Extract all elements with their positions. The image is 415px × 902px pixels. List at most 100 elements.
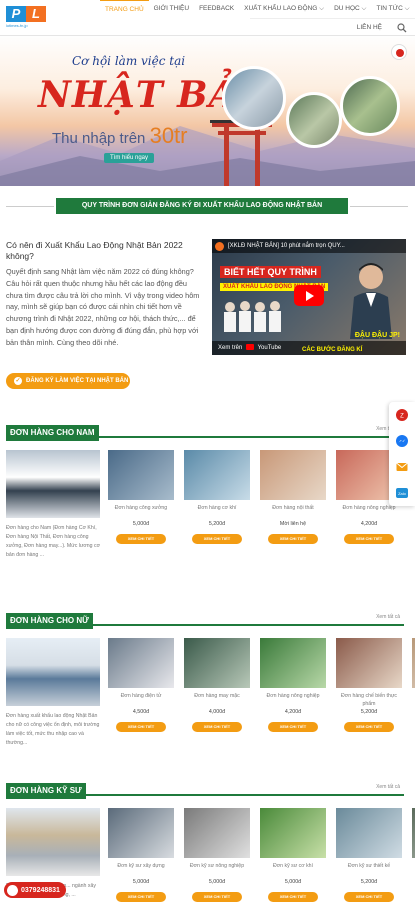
view-all-link[interactable]: Xem tất cả [376, 784, 400, 790]
job-card-name[interactable]: Đơn hàng nông nghiệp [336, 505, 402, 521]
job-card-name[interactable]: Đơn kỹ sư cơ khí [260, 863, 326, 879]
job-card[interactable]: Đơn hàng nội thất Mời liên hệ XEM CHI TIẾT [260, 450, 326, 544]
banner-cta-button[interactable]: Tìm hiểu ngay [104, 153, 155, 163]
job-card-name[interactable]: Đơn hàng chế biến thực phẩm [336, 693, 402, 709]
process-heading[interactable]: QUY TRÌNH ĐƠN GIẢN ĐĂNG KÝ ĐI XUẤT KHẨU … [56, 198, 348, 214]
view-detail-label: XEM CHI TIẾT [203, 893, 231, 899]
view-detail-button[interactable]: XEM CHI TIẾT [116, 891, 166, 902]
section-lead-image[interactable] [6, 450, 100, 518]
job-card-name[interactable]: Đơn kỹ sư thiết kế [336, 863, 402, 879]
channel-avatar-icon [215, 242, 224, 251]
job-card-image[interactable] [260, 808, 326, 858]
job-card-name[interactable]: Đơn kỹ sư nông nghiệp [184, 863, 250, 879]
job-card-price: 5,200đ [360, 879, 378, 885]
job-card[interactable]: Đơn hàng điện tử 4,500đ XEM CHI TIẾT [108, 638, 174, 732]
nav-item-5[interactable]: TIN TỨC ⌵ [371, 0, 414, 18]
job-card-name[interactable]: Đơn hàng may mặc [184, 693, 250, 709]
job-card-image[interactable] [108, 450, 174, 500]
job-card-price: 5,000đ [208, 879, 226, 885]
intro-title: Có nên đi Xuất Khẩu Lao Động Nhật Bản 20… [6, 240, 183, 262]
job-card-name[interactable]: Đơn hàng công xưởng [108, 505, 174, 521]
logo-letter-p: P [6, 6, 26, 22]
job-card-name[interactable]: Đơn hàng nông nghiệp [260, 693, 326, 709]
section-lead-image[interactable] [6, 638, 100, 706]
job-card-name[interactable]: Đơn hàng nội thất [260, 505, 326, 521]
view-detail-button[interactable]: XEM CHI TIẾT [344, 533, 394, 544]
view-detail-button[interactable]: XEM CHI TIẾT [192, 891, 242, 902]
nav-item-lien-he[interactable]: LIÊN HỆ [352, 19, 387, 37]
video-title[interactable]: [XKLĐ NHẬT BẢN] 10 phút nắm trọn QUY... [212, 239, 406, 253]
job-card-grid: Đơn hàng điện tử 4,500đ XEM CHI TIẾT Đơn hà… [108, 638, 415, 732]
section-header: ĐƠN HÀNG CHO NỮ Xem tất cả [6, 610, 404, 629]
job-card-image[interactable] [184, 638, 250, 688]
nav-item-3[interactable]: XUẤT KHẨU LAO ĐỘNG ⌵ [239, 0, 329, 18]
job-card-image[interactable] [184, 808, 250, 858]
job-card[interactable]: Đơn kỹ sư cơ khí 5,000đ XEM CHI TIẾT [260, 808, 326, 902]
svg-text:Z: Z [400, 414, 404, 420]
job-card-price: 4,500đ [132, 709, 150, 715]
job-card-image[interactable] [336, 638, 402, 688]
job-card-price: 5,200đ [360, 709, 378, 715]
job-card[interactable]: Đơn hàng công xưởng 5,000đ XEM CHI TIẾT [108, 450, 174, 544]
view-detail-button[interactable]: XEM CHI TIẾT [192, 721, 242, 732]
nav-item-4[interactable]: DU HỌC ⌵ [329, 0, 371, 18]
video-headline: BIẾT HẾT QUY TRÌNH [220, 266, 321, 278]
job-card[interactable]: Đơn hàng nông nghiệp 4,200đ XEM CHI TIẾT [260, 638, 326, 732]
job-card-name[interactable]: Đơn hàng cơ khí [184, 505, 250, 521]
section-lead-text: Đơn hàng xuất khẩu lao động Nhật Bản cho… [6, 713, 100, 747]
nav-item-1[interactable]: GIỚI THIỆU [149, 0, 194, 18]
phone-button[interactable]: Zalo [389, 480, 415, 506]
search-icon[interactable] [397, 22, 407, 33]
job-card[interactable]: Đơn kỹ sư thiết kế 5,200đ XEM CHI TIẾT [336, 808, 402, 902]
section-lead[interactable]: Đơn hàng xuất khẩu lao động Nhật Bản cho… [6, 638, 100, 748]
view-detail-button[interactable]: XEM CHI TIẾT [116, 533, 166, 544]
job-card-image[interactable] [336, 808, 402, 858]
logo-subtext: lotimes-fn.jp [6, 23, 28, 28]
view-detail-button[interactable]: XEM CHI TIẾT [344, 721, 394, 732]
zalo-button[interactable]: Z [389, 402, 415, 428]
job-card[interactable]: Đơn hàng may mặc 4,000đ XEM CHI TIẾT [184, 638, 250, 732]
email-button[interactable] [389, 454, 415, 480]
job-card-price: 5,000đ [284, 879, 302, 885]
job-card[interactable]: Đơn kỹ sư nông nghiệp 5,000đ XEM CHI TIẾT [184, 808, 250, 902]
view-detail-button[interactable]: XEM CHI TIẾT [268, 533, 318, 544]
messenger-button[interactable] [389, 428, 415, 454]
section-title: ĐƠN HÀNG CHO NAM [6, 425, 99, 441]
job-card[interactable]: Đơn hàng chế biến thực phẩm 5,200đ XEM CHI… [336, 638, 402, 732]
hero-banner[interactable]: Cơ hội làm việc tại NHẬT BẢN Thu nhập tr… [0, 36, 415, 186]
job-card-image[interactable] [260, 450, 326, 500]
play-button-icon[interactable] [294, 285, 324, 306]
banner-photo-workers [286, 92, 342, 148]
section-lead-image[interactable] [6, 808, 100, 876]
job-card-name[interactable]: Đơn kỹ sư xây dựng [108, 863, 174, 879]
job-card[interactable]: Đơn kỹ sư xây dựng 5,000đ XEM CHI TIẾT [108, 808, 174, 902]
youtube-video[interactable]: [XKLĐ NHẬT BẢN] 10 phút nắm trọn QUY... … [212, 239, 406, 355]
intro-body: Quyết định sang Nhật làm việc năm 2022 c… [6, 267, 200, 347]
view-detail-button[interactable]: XEM CHI TIẾT [116, 721, 166, 732]
job-card-image[interactable] [260, 638, 326, 688]
job-card[interactable]: Đơn hàng cơ khí 5,200đ XEM CHI TIẾT [184, 450, 250, 544]
site-logo[interactable]: P L lotimes-fn.jp [6, 6, 48, 30]
section-lead-text: Đơn hàng cho Nam (Đơn hàng Cơ Khí, Đơn h… [6, 525, 100, 559]
view-detail-button[interactable]: XEM CHI TIẾT [192, 533, 242, 544]
view-detail-label: XEM CHI TIẾT [127, 893, 155, 899]
view-all-link[interactable]: Xem tất cả [376, 614, 400, 620]
register-button[interactable]: ✓ ĐĂNG KÝ LÀM VIỆC TẠI NHẬT BẢN [6, 373, 130, 389]
view-detail-button[interactable]: XEM CHI TIẾT [344, 891, 394, 902]
view-detail-button[interactable]: XEM CHI TIẾT [268, 721, 318, 732]
section-title: ĐƠN HÀNG KỸ SƯ [6, 783, 86, 799]
phone-icon [7, 884, 18, 896]
job-card-image[interactable] [184, 450, 250, 500]
nav-item-2[interactable]: FEEDBACK [194, 0, 239, 18]
check-icon: ✓ [14, 377, 22, 385]
job-card-price: 5,000đ [132, 879, 150, 885]
section-title: ĐƠN HÀNG CHO NỮ [6, 613, 93, 629]
job-card-name[interactable]: Đơn hàng điện tử [108, 693, 174, 709]
section-lead[interactable]: Đơn hàng cho Nam (Đơn hàng Cơ Khí, Đơn h… [6, 450, 100, 560]
nav-item-0[interactable]: TRANG CHỦ [100, 0, 149, 19]
site-header: P L lotimes-fn.jp TRANG CHỦ GIỚI THIỆU FEE… [0, 0, 415, 36]
job-card-image[interactable] [108, 638, 174, 688]
job-card-image[interactable] [108, 808, 174, 858]
view-detail-button[interactable]: XEM CHI TIẾT [268, 891, 318, 902]
hotline-button[interactable]: 0379248831 [4, 882, 66, 898]
